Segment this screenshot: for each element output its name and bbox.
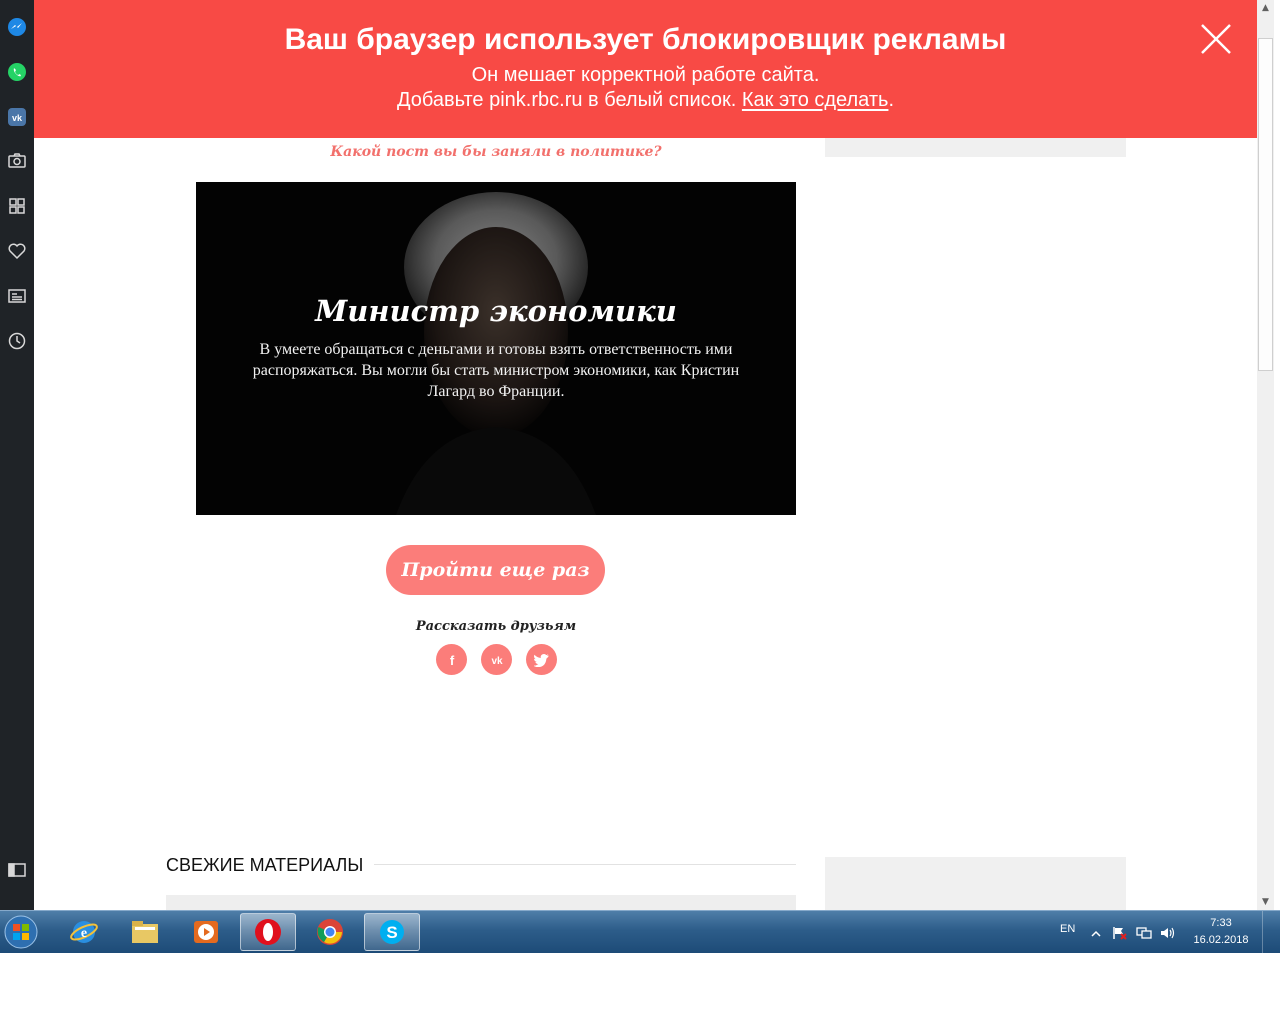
page-viewport: Ваш браузер использует блокировщик рекла… bbox=[34, 0, 1257, 910]
speed-dial-icon[interactable] bbox=[3, 192, 31, 220]
quiz-question[interactable]: Какой пост вы бы заняли в политике? bbox=[196, 144, 796, 160]
result-card: В умеете обращаться с деньгами и готовы … bbox=[196, 182, 796, 515]
result-title: Министр экономики bbox=[315, 294, 677, 328]
file-explorer-icon[interactable] bbox=[117, 913, 173, 951]
banner-line2-suffix: . bbox=[888, 89, 894, 111]
scroll-down-icon[interactable]: ▼ bbox=[1257, 894, 1274, 910]
internet-explorer-icon[interactable]: e bbox=[56, 913, 112, 951]
heart-icon[interactable] bbox=[3, 237, 31, 265]
clock-date: 16.02.2018 bbox=[1193, 934, 1249, 946]
banner-line1: Он мешает корректной работе сайта. bbox=[471, 64, 820, 86]
svg-text:e: e bbox=[81, 926, 87, 941]
scroll-up-icon[interactable]: ▲ bbox=[1257, 0, 1274, 16]
banner-line2: Добавьте pink.rbc.ru в белый список. Как… bbox=[34, 88, 1257, 112]
start-button[interactable] bbox=[0, 912, 42, 952]
sidebar-toggle-icon[interactable] bbox=[3, 856, 31, 884]
history-icon[interactable] bbox=[3, 327, 31, 355]
facebook-icon[interactable]: f bbox=[436, 644, 467, 675]
skype-icon[interactable]: S bbox=[364, 913, 420, 951]
fresh-card[interactable] bbox=[166, 895, 796, 910]
show-desktop-button[interactable] bbox=[1262, 911, 1280, 953]
action-center-flag-icon[interactable] bbox=[1112, 925, 1128, 940]
fresh-materials-title: СВЕЖИЕ МАТЕРИАЛЫ bbox=[166, 855, 364, 875]
svg-text:vk: vk bbox=[12, 113, 23, 123]
svg-text:f: f bbox=[449, 653, 454, 667]
taskbar: e S EN 7:33 16.02.2018 bbox=[0, 910, 1280, 953]
banner-line2-prefix: Добавьте pink.rbc.ru в белый список. bbox=[397, 89, 742, 111]
opera-icon[interactable] bbox=[240, 913, 296, 951]
svg-text:S: S bbox=[386, 923, 397, 942]
divider bbox=[374, 864, 796, 865]
opera-sidebar: vk bbox=[0, 0, 34, 910]
chrome-icon[interactable] bbox=[302, 913, 358, 951]
vk-share-icon[interactable]: vk bbox=[481, 644, 512, 675]
vk-icon[interactable]: vk bbox=[3, 103, 31, 131]
how-to-link[interactable]: Как это сделать bbox=[742, 89, 889, 111]
messenger-icon[interactable] bbox=[3, 13, 31, 41]
retry-button[interactable]: Пройти еще раз bbox=[386, 545, 605, 595]
banner-title: Ваш браузер использует блокировщик рекла… bbox=[284, 23, 1007, 56]
network-icon[interactable] bbox=[1136, 925, 1152, 939]
camera-icon[interactable] bbox=[3, 147, 31, 175]
clock[interactable]: 7:33 16.02.2018 bbox=[1188, 915, 1254, 949]
share-label: Рассказать друзьям bbox=[415, 619, 577, 634]
volume-icon[interactable] bbox=[1160, 925, 1176, 939]
ad-placeholder-bottom bbox=[825, 857, 1126, 910]
tray-expand-icon[interactable] bbox=[1090, 925, 1106, 939]
whatsapp-icon[interactable] bbox=[3, 58, 31, 86]
media-player-icon[interactable] bbox=[178, 913, 234, 951]
news-icon[interactable] bbox=[3, 282, 31, 310]
clock-time: 7:33 bbox=[1210, 917, 1232, 929]
twitter-icon[interactable] bbox=[526, 644, 557, 675]
svg-text:vk: vk bbox=[491, 656, 503, 667]
windows-logo-icon bbox=[4, 915, 38, 949]
scrollbar-thumb[interactable] bbox=[1258, 38, 1273, 371]
adblock-banner: Ваш браузер использует блокировщик рекла… bbox=[34, 0, 1257, 138]
result-description: В умеете обращаться с деньгами и готовы … bbox=[252, 341, 740, 400]
language-indicator[interactable]: EN bbox=[1060, 923, 1075, 935]
close-icon[interactable] bbox=[1199, 22, 1233, 56]
